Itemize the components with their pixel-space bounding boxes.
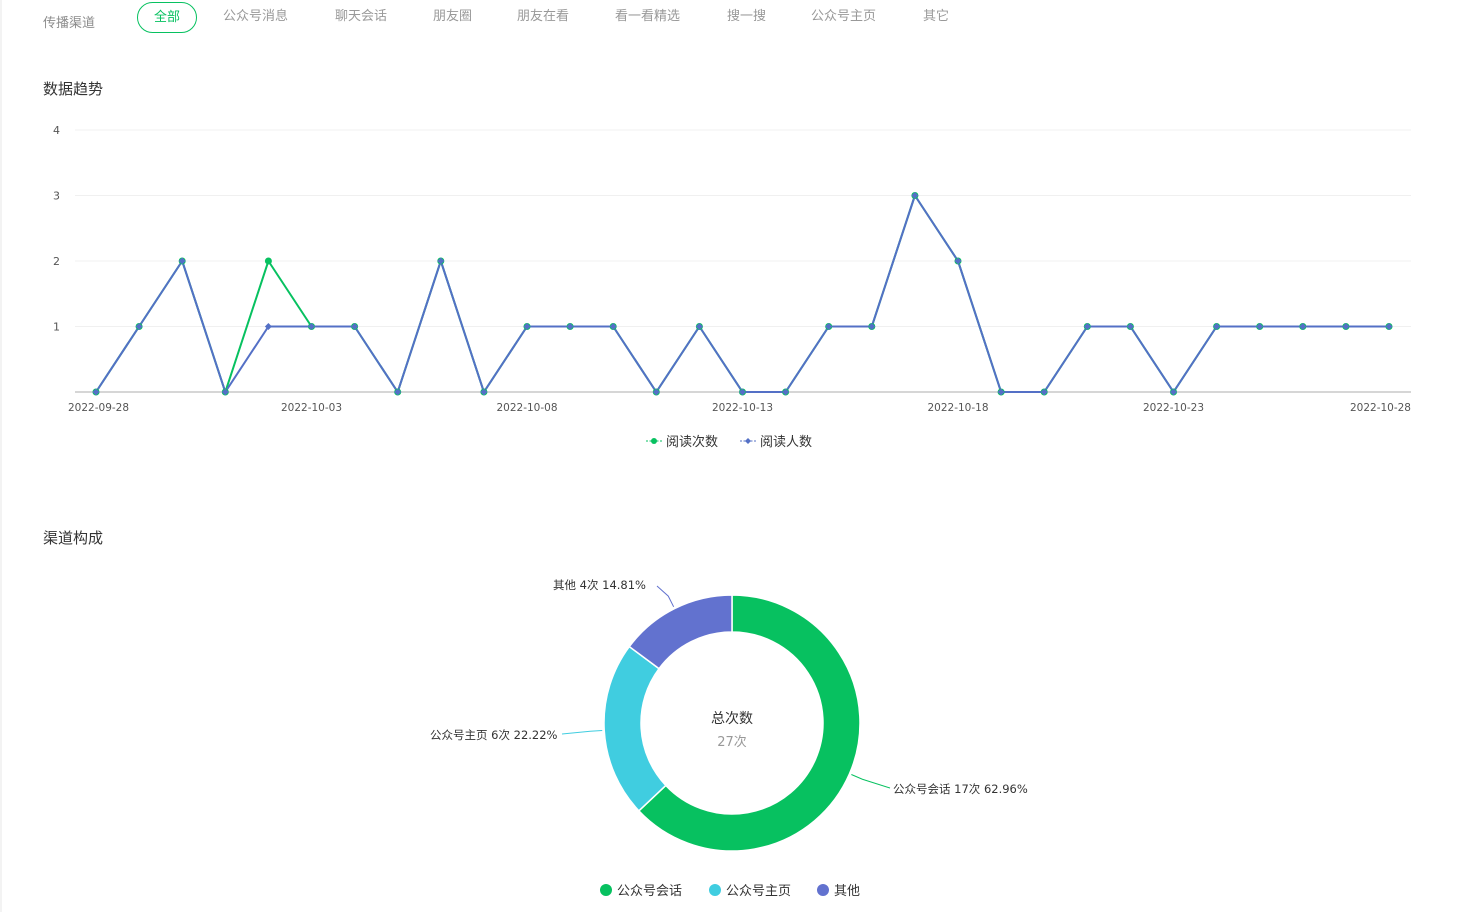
legend-dot-icon: [709, 883, 721, 896]
x-tick-label: 2022-10-08: [496, 402, 557, 414]
donut-center-value: 27次: [717, 735, 747, 750]
trend-section-title: 数据趋势: [43, 80, 104, 98]
y-tick-label: 3: [53, 190, 60, 203]
tab-friends-watching[interactable]: 朋友在看: [517, 8, 569, 25]
donut-slice-1: [603, 645, 667, 812]
donut-slice-2: [628, 594, 733, 670]
x-tick-label: 2022-10-13: [712, 402, 773, 414]
pie-label-account-homepage: 公众号主页 6次 22.22%: [430, 728, 558, 742]
tab-other[interactable]: 其它: [923, 8, 949, 25]
x-tick-label: 2022-09-28: [68, 402, 129, 414]
legend-reader-count[interactable]: 阅读人数: [740, 431, 812, 450]
donut-center-title: 总次数: [711, 711, 753, 727]
composition-section-title: 渠道构成: [43, 529, 104, 547]
legend-other-label: 其他: [834, 884, 861, 899]
tab-all[interactable]: 全部: [137, 2, 197, 33]
y-tick-label: 1: [53, 321, 60, 334]
tab-search[interactable]: 搜一搜: [727, 8, 766, 25]
legend-account-homepage-label: 公众号主页: [726, 884, 792, 899]
legend-read-count-label: 阅读次数: [666, 435, 719, 450]
legend-account-session[interactable]: 公众号会话: [600, 880, 682, 899]
legend-account-session-label: 公众号会话: [617, 884, 683, 899]
leader-line: [656, 585, 675, 608]
leader-line: [561, 730, 603, 735]
legend-other[interactable]: 其他: [817, 880, 860, 899]
series-line-0: [95, 194, 1389, 393]
pie-label-account-session: 公众号会话 17次 62.96%: [893, 782, 1028, 796]
x-tick-label: 2022-10-23: [1143, 402, 1204, 414]
tab-account-homepage[interactable]: 公众号主页: [811, 8, 876, 25]
trend-line-chart: 1 2 3 4 2022-09-28 2022-10-03 2022-10-08 2022-1…: [53, 124, 1411, 414]
leader-line: [851, 774, 891, 789]
tab-top-stories[interactable]: 看一看精选: [615, 8, 680, 25]
y-tick-label: 4: [53, 124, 60, 137]
legend-account-homepage[interactable]: 公众号主页: [709, 880, 791, 899]
x-tick-label: 2022-10-28: [1350, 402, 1411, 414]
legend-dot-icon: [817, 883, 829, 896]
pie-label-other: 其他 4次 14.81%: [553, 578, 646, 592]
x-tick-label: 2022-10-18: [927, 402, 988, 414]
data-point: [264, 257, 272, 265]
tab-moments[interactable]: 朋友圈: [433, 8, 472, 25]
tab-chat-session[interactable]: 聊天会话: [335, 8, 387, 25]
x-tick-label: 2022-10-03: [281, 402, 342, 414]
legend-line-diamond-icon: [740, 437, 756, 444]
channel-filter-label: 传播渠道: [43, 16, 96, 31]
legend-dot-icon: [600, 883, 612, 896]
legend-line-circle-icon: [646, 437, 662, 444]
legend-read-count[interactable]: 阅读次数: [646, 431, 718, 450]
legend-reader-count-label: 阅读人数: [760, 435, 813, 450]
y-tick-label: 2: [53, 255, 60, 268]
tab-official-account-message[interactable]: 公众号消息: [223, 8, 288, 25]
